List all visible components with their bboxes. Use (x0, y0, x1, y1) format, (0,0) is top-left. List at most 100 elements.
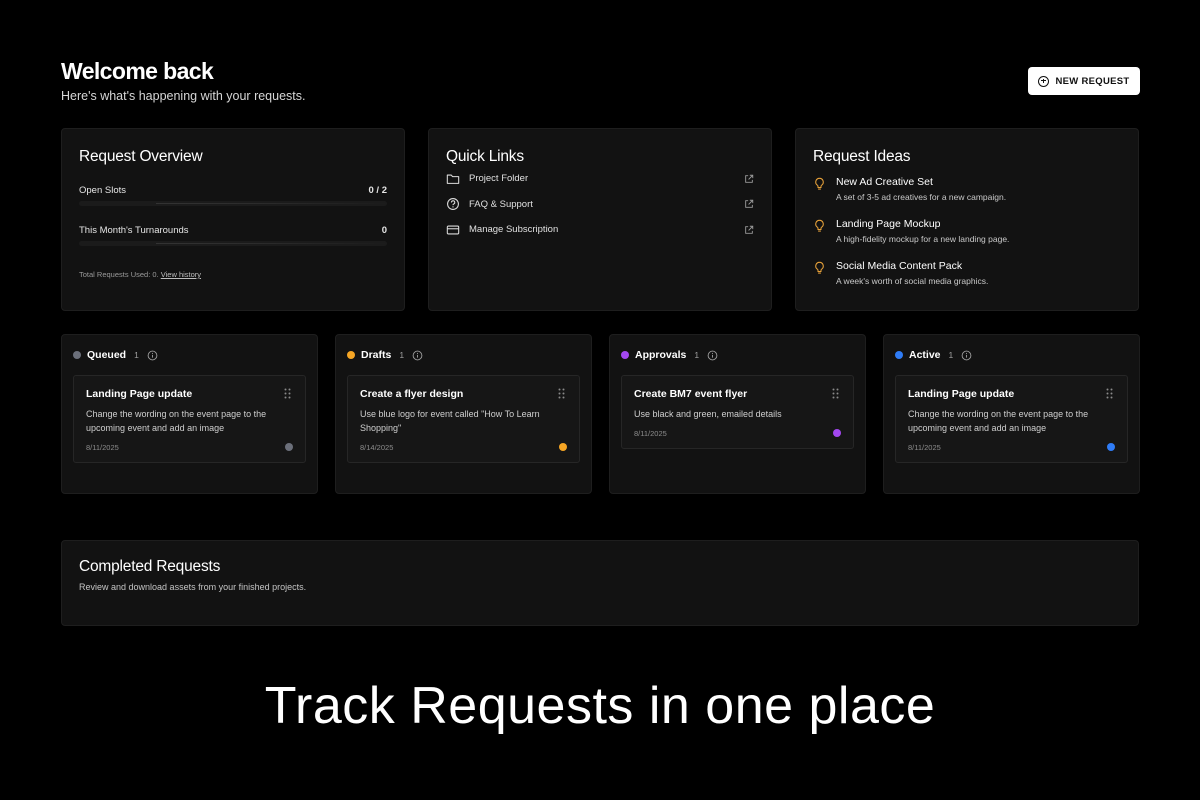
open-slots-row: Open Slots 0 / 2 (79, 185, 387, 196)
view-history-link[interactable]: View history (161, 270, 201, 279)
task-title: Create a flyer design (360, 388, 464, 400)
quick-link-project-folder[interactable]: Project Folder (446, 166, 754, 192)
overview-footer: Total Requests Used: 0. View history (79, 270, 387, 279)
overview-title: Request Overview (79, 148, 203, 165)
quick-link-label: Project Folder (469, 173, 529, 185)
task-date: 8/11/2025 (634, 428, 667, 438)
turnarounds-label: This Month's Turnarounds (79, 225, 189, 236)
new-request-label: NEW REQUEST (1055, 75, 1130, 87)
task-status-dot (833, 429, 841, 438)
quick-links-card: Quick Links Project Folder FAQ & Support… (428, 128, 772, 311)
task-footer: 8/11/2025 (634, 429, 841, 438)
request-ideas-title: Request Ideas (813, 148, 911, 165)
idea-item[interactable]: Landing Page Mockup A high-fidelity mock… (813, 218, 1121, 250)
task-description: Change the wording on the event page to … (86, 409, 267, 433)
task-date: 8/11/2025 (908, 442, 941, 452)
lightbulb-icon (815, 219, 824, 232)
status-dot (621, 351, 629, 359)
quick-links-title: Quick Links (446, 148, 524, 165)
task-description: Use black and green, emailed details (634, 409, 782, 419)
info-icon[interactable] (412, 350, 423, 361)
idea-item[interactable]: New Ad Creative Set A set of 3-5 ad crea… (813, 176, 1121, 208)
status-dot (895, 351, 903, 359)
open-slots-label: Open Slots (79, 185, 126, 196)
quick-link-label: FAQ & Support (469, 198, 533, 210)
column-header: Queued 1 (73, 348, 306, 362)
task-description: Use blue logo for event called "How To L… (360, 409, 540, 433)
completed-subtitle: Review and download assets from your fin… (79, 582, 307, 592)
lightbulb-icon (815, 261, 824, 274)
status-dot (73, 351, 81, 359)
folder-icon (446, 174, 460, 184)
completed-title: Completed Requests (79, 558, 221, 575)
info-icon[interactable] (707, 350, 718, 361)
column-name: Active (909, 349, 941, 361)
column-name: Approvals (635, 349, 687, 361)
task-card[interactable]: Landing Page update Change the wording o… (73, 375, 306, 463)
task-footer: 8/11/2025 (86, 443, 293, 452)
page-title: Welcome back (61, 58, 214, 84)
column-drafts: Drafts 1 Create a flyer design Use blue … (335, 334, 592, 494)
column-queued: Queued 1 Landing Page update Change the … (61, 334, 318, 494)
info-icon[interactable] (147, 350, 158, 361)
request-overview-card: Request Overview Open Slots 0 / 2 This M… (61, 128, 405, 311)
quick-link-faq-support[interactable]: FAQ & Support (446, 192, 754, 218)
task-title: Landing Page update (908, 388, 1015, 400)
page-subtitle: Here's what's happening with your reques… (61, 89, 306, 103)
task-status-dot (1107, 443, 1115, 452)
task-description: Change the wording on the event page to … (908, 409, 1089, 433)
column-name: Drafts (361, 349, 392, 361)
open-slots-progress (79, 201, 387, 206)
drag-handle-icon[interactable] (832, 388, 839, 399)
column-count: 1 (399, 350, 405, 360)
task-card[interactable]: Create a flyer design Use blue logo for … (347, 375, 580, 463)
drag-handle-icon[interactable] (558, 388, 565, 399)
task-card[interactable]: Landing Page update Change the wording o… (895, 375, 1128, 463)
page-header: Welcome back Here's what's happening wit… (61, 58, 306, 103)
task-status-dot (285, 443, 293, 452)
request-ideas-card: Request Ideas New Ad Creative Set A set … (795, 128, 1139, 311)
plus-circle-icon (1038, 75, 1050, 87)
idea-description: A set of 3-5 ad creatives for a new camp… (836, 192, 1007, 202)
task-status-dot (559, 443, 567, 452)
turnarounds-progress (79, 241, 387, 246)
lightbulb-icon (815, 177, 824, 190)
column-header: Active 1 (895, 348, 1128, 362)
task-title: Landing Page update (86, 388, 193, 400)
new-request-button[interactable]: NEW REQUEST (1028, 67, 1140, 95)
turnarounds-row: This Month's Turnarounds 0 (79, 225, 387, 236)
idea-title: Landing Page Mockup (836, 218, 941, 230)
completed-requests-card: Completed Requests Review and download a… (61, 540, 1139, 626)
tagline: Track Requests in one place (264, 677, 936, 735)
task-date: 8/11/2025 (86, 442, 119, 452)
external-link-icon (745, 174, 754, 183)
open-slots-value: 0 / 2 (368, 185, 388, 196)
credit-card-icon (446, 225, 460, 235)
info-icon[interactable] (961, 350, 972, 361)
turnarounds-value: 0 (381, 225, 387, 236)
help-circle-icon (447, 198, 459, 211)
task-title: Create BM7 event flyer (634, 388, 748, 400)
quick-link-manage-subscription[interactable]: Manage Subscription (446, 217, 754, 243)
column-approvals: Approvals 1 Create BM7 event flyer Use b… (609, 334, 866, 494)
column-count: 1 (134, 350, 139, 360)
idea-title: Social Media Content Pack (836, 260, 963, 272)
task-card[interactable]: Create BM7 event flyer Use black and gre… (621, 375, 854, 449)
drag-handle-icon[interactable] (1106, 388, 1113, 399)
task-footer: 8/11/2025 (908, 443, 1115, 452)
idea-item[interactable]: Social Media Content Pack A week's worth… (813, 260, 1121, 292)
task-footer: 8/14/2025 (360, 443, 567, 452)
column-active: Active 1 Landing Page update Change the … (883, 334, 1140, 494)
column-header: Approvals 1 (621, 348, 854, 362)
external-link-icon (745, 225, 754, 234)
idea-description: A high-fidelity mockup for a new landing… (836, 234, 1010, 244)
column-header: Drafts 1 (347, 348, 580, 362)
idea-description: A week's worth of social media graphics. (836, 276, 989, 286)
column-name: Queued (87, 349, 127, 361)
drag-handle-icon[interactable] (284, 388, 291, 399)
quick-link-label: Manage Subscription (469, 224, 559, 236)
column-count: 1 (694, 350, 700, 360)
external-link-icon (745, 200, 754, 209)
status-dot (347, 351, 355, 359)
idea-title: New Ad Creative Set (836, 176, 933, 188)
